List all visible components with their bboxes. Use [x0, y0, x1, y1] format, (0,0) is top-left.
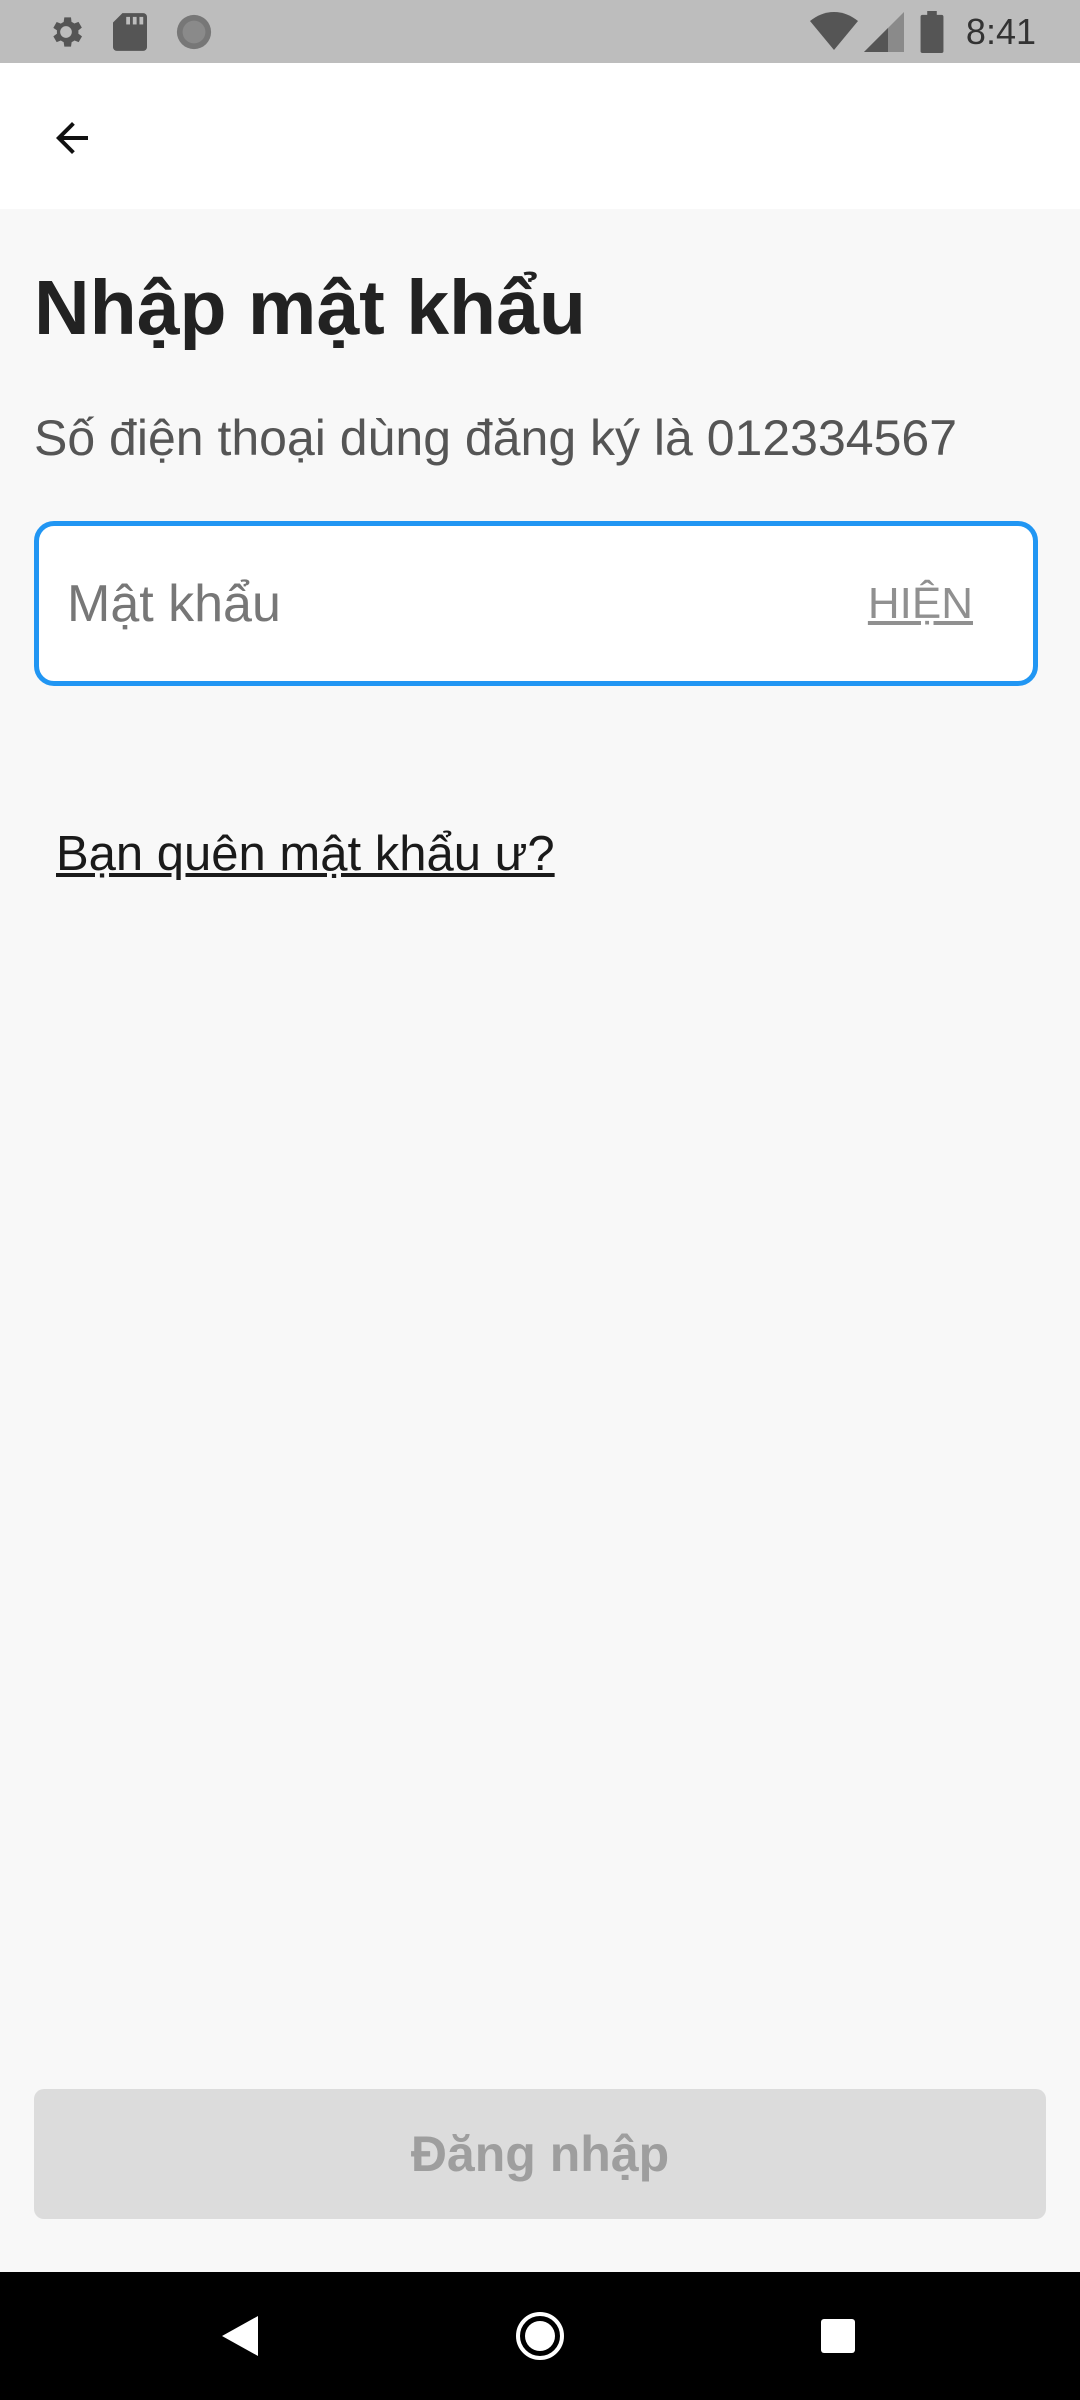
status-time: 8:41	[965, 11, 1036, 52]
password-input[interactable]	[67, 526, 847, 681]
wifi-icon	[808, 0, 860, 63]
arrow-left-icon	[48, 114, 96, 162]
page-title: Nhập mật khẩu	[34, 265, 586, 351]
password-field[interactable]: HIỆN	[34, 521, 1038, 686]
forgot-password-link[interactable]: Bạn quên mật khẩu ư?	[56, 816, 555, 892]
gear-icon	[44, 0, 88, 63]
nav-recents-button[interactable]	[778, 2272, 898, 2400]
sd-card-icon	[108, 0, 152, 63]
signal-icon	[862, 0, 906, 63]
circle-icon	[172, 0, 216, 63]
show-password-toggle[interactable]: HIỆN	[868, 526, 973, 681]
screen: 8:41 Nhập mật khẩu Số điện thoại dùng đă…	[0, 0, 1080, 2400]
system-nav-bar	[0, 2272, 1080, 2400]
battery-icon	[914, 0, 950, 63]
nav-home-button[interactable]	[480, 2272, 600, 2400]
back-button[interactable]	[30, 96, 114, 180]
nav-back-button[interactable]	[180, 2272, 300, 2400]
app-bar	[0, 63, 1080, 209]
back-triangle-icon	[222, 2316, 258, 2356]
home-circle-icon	[515, 2311, 565, 2361]
recents-square-icon	[821, 2319, 855, 2353]
phone-number-subtitle: Số điện thoại dùng đăng ký là 012334567	[34, 410, 957, 466]
login-button[interactable]: Đăng nhập	[34, 2089, 1046, 2219]
status-bar: 8:41	[0, 0, 1080, 63]
